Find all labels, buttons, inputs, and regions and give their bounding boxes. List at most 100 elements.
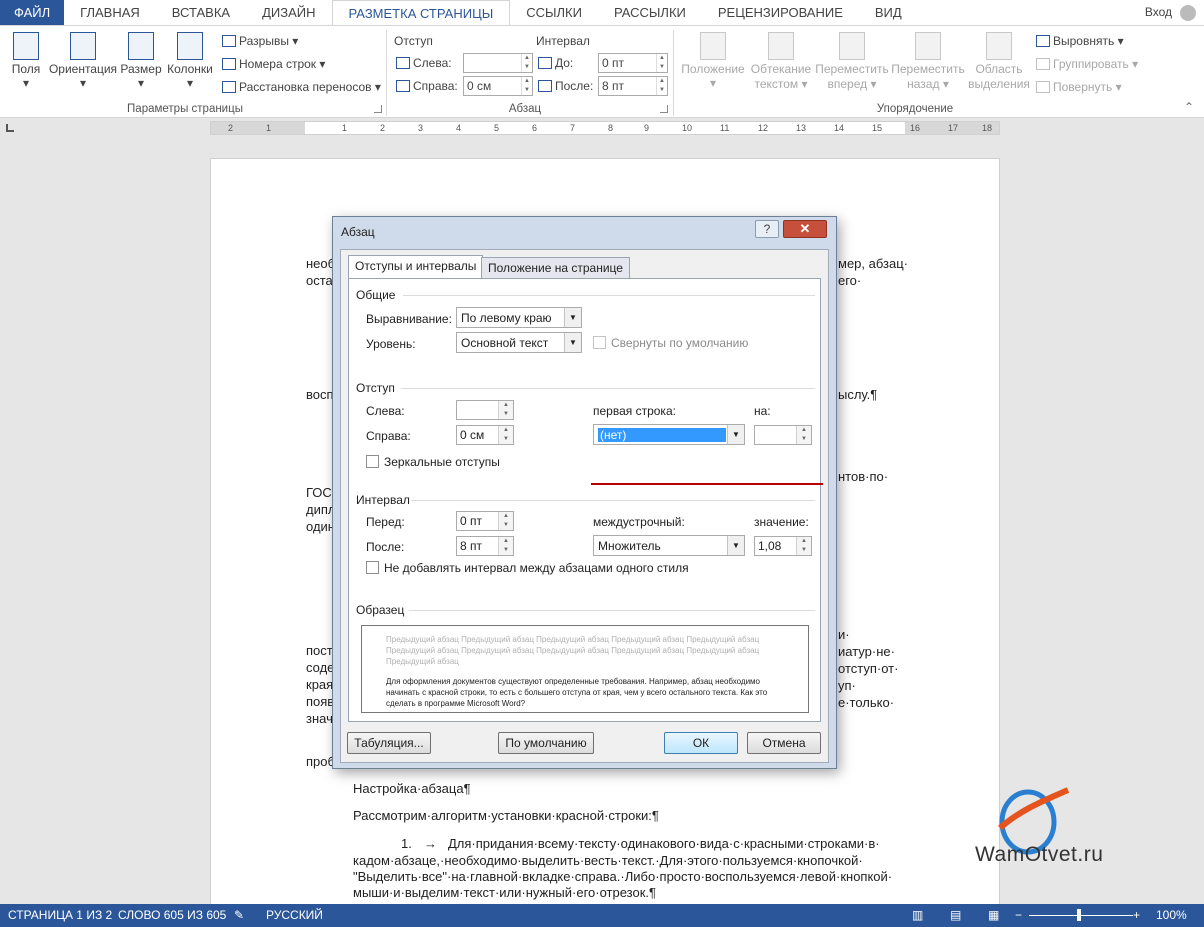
proofing-icon[interactable]: ✎ — [234, 908, 244, 922]
line-spacing-select[interactable]: Множитель ▼ — [593, 535, 745, 556]
doc-list-line: "Выделить·все"·на·главной·вкладке·справа… — [353, 869, 893, 884]
language-indicator[interactable]: РУССКИЙ — [266, 908, 323, 922]
ruler-number: 10 — [682, 123, 693, 133]
zoom-level[interactable]: 100% — [1156, 908, 1187, 922]
align-button[interactable]: Выровнять ▾ — [1036, 34, 1124, 48]
orientation-button[interactable]: Ориентация ▾ — [48, 32, 118, 90]
rotate-button[interactable]: Повернуть ▾ — [1036, 80, 1122, 94]
doc-list-line: Для·придания·всему·тексту·одинакового·ви… — [448, 836, 880, 851]
bring-forward-icon — [839, 32, 865, 60]
indent-left-icon — [396, 57, 410, 69]
tab-page-layout[interactable]: РАЗМЕТКА СТРАНИЦЫ — [331, 0, 511, 25]
chevron-down-icon: ▼ — [564, 308, 581, 327]
ribbon-indent-right-input[interactable]: 0 см ▲ ▼ — [463, 76, 533, 96]
tab-references[interactable]: ССЫЛКИ — [510, 0, 598, 25]
chevron-down-icon: ▼ — [727, 536, 744, 555]
tab-line-page-breaks[interactable]: Положение на странице — [481, 257, 630, 279]
print-layout-icon[interactable]: ▤ — [950, 908, 961, 922]
hyphenation-icon — [222, 81, 236, 93]
horizontal-ruler[interactable]: 2 1 1 2 3 4 5 6 7 8 9 10 11 12 13 14 15 … — [210, 121, 1000, 135]
tab-mailings[interactable]: РАССЫЛКИ — [598, 0, 702, 25]
divider — [411, 500, 815, 501]
columns-button[interactable]: Колонки ▾ — [164, 32, 216, 90]
ribbon-spacing-after-input[interactable]: 8 пт ▲ ▼ — [598, 76, 668, 96]
indent-left-input[interactable]: ▲ ▼ — [456, 400, 514, 420]
zoom-slider-thumb[interactable] — [1077, 909, 1081, 921]
paragraph-dialog: Абзац ? ✕ Отступы и интервалы Положение … — [332, 216, 837, 769]
ribbon-spacing-before-input[interactable]: 0 пт ▲ ▼ — [598, 53, 668, 73]
page-setup-launcher[interactable] — [374, 105, 382, 113]
doc-text: отступ·от· — [838, 661, 899, 676]
sign-in-link[interactable]: Вход — [1145, 0, 1172, 25]
breaks-icon — [222, 35, 236, 47]
indent-left-label: Слева: — [396, 56, 452, 70]
ok-button[interactable]: ОК — [664, 732, 738, 754]
tabs-button[interactable]: Табуляция... — [347, 732, 431, 754]
position-button[interactable]: Положение ▾ — [678, 32, 748, 90]
word-count[interactable]: СЛОВО 605 ИЗ 605 — [118, 908, 226, 922]
group-button[interactable]: Группировать ▾ — [1036, 57, 1138, 71]
zoom-out-icon[interactable]: − — [1015, 908, 1022, 922]
first-line-by-input[interactable]: ▲ ▼ — [754, 425, 812, 445]
size-button[interactable]: Размер ▾ — [120, 32, 162, 90]
tab-selector-icon[interactable] — [6, 124, 14, 132]
ruler-number: 1 — [342, 123, 348, 133]
doc-text: ГОС — [306, 485, 332, 500]
zoom-in-icon[interactable]: + — [1133, 908, 1140, 922]
breaks-button[interactable]: Разрывы ▾ — [222, 34, 298, 48]
indent-right-input[interactable]: 0 см ▲ ▼ — [456, 425, 514, 445]
doc-text: знач — [306, 711, 333, 726]
bring-forward-button[interactable]: Переместить вперед ▾ — [814, 32, 890, 92]
doc-text: необ — [306, 256, 336, 271]
divider — [401, 388, 815, 389]
ruler-number: 2 — [228, 123, 234, 133]
align-icon — [1036, 35, 1050, 47]
paragraph-launcher[interactable] — [660, 105, 668, 113]
ribbon-tabs: ФАЙЛ ГЛАВНАЯ ВСТАВКА ДИЗАЙН РАЗМЕТКА СТР… — [0, 0, 1204, 25]
tab-insert[interactable]: ВСТАВКА — [156, 0, 246, 25]
doc-text: иатур·не· — [838, 644, 895, 659]
close-button[interactable]: ✕ — [783, 220, 827, 238]
line-spacing-at-label: значение: — [754, 515, 809, 529]
tab-file[interactable]: ФАЙЛ — [0, 0, 65, 25]
account-icon[interactable] — [1180, 5, 1196, 21]
ruler-number: 8 — [608, 123, 614, 133]
ribbon: Поля ▾ Ориентация ▾ Размер ▾ Колонки ▾ Разры… — [0, 25, 1204, 118]
doc-list-line: мыши·и·выделим·текст·или·нужный·его·отре… — [353, 885, 657, 900]
tab-design[interactable]: ДИЗАЙН — [246, 0, 331, 25]
tab-review[interactable]: РЕЦЕНЗИРОВАНИЕ — [702, 0, 859, 25]
margins-button[interactable]: Поля ▾ — [8, 32, 44, 90]
selection-pane-button[interactable]: Область выделения — [968, 32, 1030, 92]
ribbon-indent-left-input[interactable]: ▲ ▼ — [463, 53, 533, 73]
alignment-select[interactable]: По левому краю ▼ — [456, 307, 582, 328]
tab-view[interactable]: ВИД — [859, 0, 918, 25]
wrap-text-button[interactable]: Обтекание текстом ▾ — [748, 32, 814, 92]
spacing-before-input[interactable]: 0 пт ▲ ▼ — [456, 511, 514, 531]
web-layout-icon[interactable]: ▦ — [988, 908, 999, 922]
doc-heading: Настройка·абзаца¶ — [353, 781, 471, 796]
orientation-icon — [70, 32, 96, 60]
spacing-after-input[interactable]: 8 пт ▲ ▼ — [456, 536, 514, 556]
read-mode-icon[interactable]: ▥ — [912, 908, 923, 922]
help-button[interactable]: ? — [755, 220, 779, 238]
hyphenation-button[interactable]: Расстановка переносов ▾ — [222, 80, 381, 94]
line-spacing-at-input[interactable]: 1,08 ▲ ▼ — [754, 536, 812, 556]
set-default-button[interactable]: По умолчанию — [498, 732, 594, 754]
ruler-number: 11 — [720, 123, 730, 133]
outline-level-select[interactable]: Основной текст ▼ — [456, 332, 582, 353]
wrap-text-icon — [768, 32, 794, 60]
line-numbers-button[interactable]: Номера строк ▾ — [222, 57, 325, 71]
first-line-select[interactable]: (нет) ▼ — [593, 424, 745, 445]
page-count[interactable]: СТРАНИЦА 1 ИЗ 2 — [8, 908, 112, 922]
collapse-ribbon-icon[interactable]: ⌃ — [1184, 100, 1194, 114]
cancel-button[interactable]: Отмена — [747, 732, 821, 754]
send-backward-button[interactable]: Переместить назад ▾ — [890, 32, 966, 92]
zoom-slider[interactable] — [1029, 915, 1133, 916]
collapsed-checkbox[interactable] — [593, 336, 606, 349]
tab-home[interactable]: ГЛАВНАЯ — [64, 0, 156, 25]
dont-add-space-checkbox[interactable] — [366, 561, 379, 574]
indent-section-header: Отступ — [356, 381, 395, 395]
tab-indents-spacing[interactable]: Отступы и интервалы — [348, 255, 484, 279]
ruler-number: 12 — [758, 123, 769, 133]
mirror-indents-checkbox[interactable] — [366, 455, 379, 468]
